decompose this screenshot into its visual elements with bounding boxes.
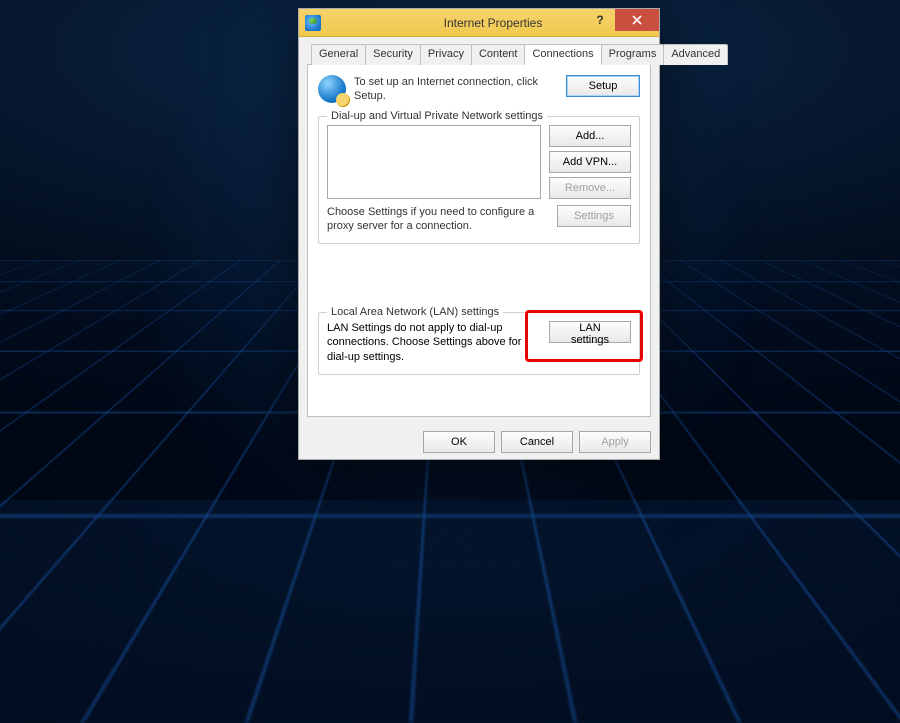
dialog-footer: OK Cancel Apply	[299, 431, 659, 453]
cancel-button[interactable]: Cancel	[501, 431, 573, 453]
add-vpn-button[interactable]: Add VPN...	[549, 151, 631, 173]
lan-group: Local Area Network (LAN) settings LAN Se…	[318, 312, 640, 375]
tab-privacy[interactable]: Privacy	[420, 44, 472, 65]
lan-description: LAN Settings do not apply to dial-up con…	[327, 321, 541, 364]
help-button[interactable]: ?	[585, 9, 615, 31]
tab-advanced[interactable]: Advanced	[663, 44, 728, 65]
tab-general[interactable]: General	[311, 44, 366, 65]
tab-programs[interactable]: Programs	[601, 44, 665, 65]
titlebar[interactable]: Internet Properties ?	[299, 9, 659, 37]
dialup-hint: Choose Settings if you need to configure…	[327, 205, 537, 234]
connections-panel: To set up an Internet connection, click …	[307, 65, 651, 417]
tab-connections[interactable]: Connections	[524, 44, 601, 65]
dialup-settings-button[interactable]: Settings	[557, 205, 631, 227]
tab-security[interactable]: Security	[365, 44, 421, 65]
remove-button[interactable]: Remove...	[549, 177, 631, 199]
lan-settings-button[interactable]: LAN settings	[549, 321, 631, 343]
dialup-legend: Dial-up and Virtual Private Network sett…	[327, 110, 547, 122]
setup-description: To set up an Internet connection, click …	[354, 75, 558, 104]
connections-listbox[interactable]	[327, 125, 541, 199]
tab-content[interactable]: Content	[471, 44, 526, 65]
internet-properties-dialog: Internet Properties ? General Security P…	[298, 8, 660, 460]
setup-button[interactable]: Setup	[566, 75, 640, 97]
lan-legend: Local Area Network (LAN) settings	[327, 306, 503, 318]
globe-icon	[318, 75, 346, 103]
close-icon	[632, 15, 642, 25]
close-button[interactable]	[615, 9, 659, 31]
apply-button[interactable]: Apply	[579, 431, 651, 453]
add-button[interactable]: Add...	[549, 125, 631, 147]
tab-strip: General Security Privacy Content Connect…	[307, 43, 651, 65]
internet-options-icon	[305, 15, 321, 31]
ok-button[interactable]: OK	[423, 431, 495, 453]
dialup-group: Dial-up and Virtual Private Network sett…	[318, 116, 640, 245]
